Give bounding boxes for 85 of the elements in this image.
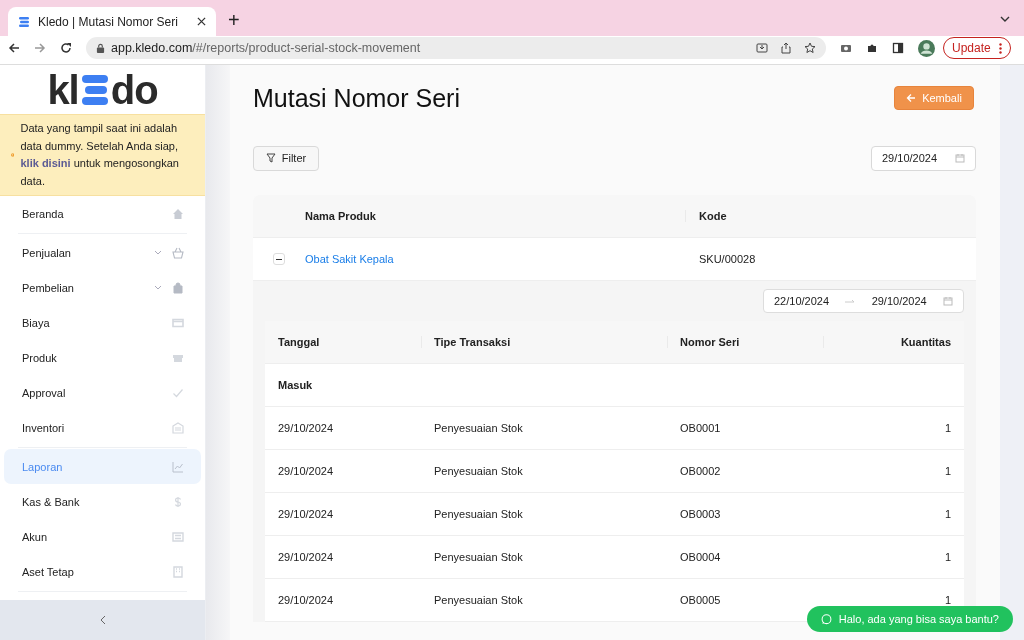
chevron-down-icon[interactable] [1000, 16, 1010, 22]
table-cell-text: 29/10/2024 [277, 422, 335, 434]
column-header: Nomor Seri [667, 336, 823, 348]
table-cell-text: Penyesuaian Stok [433, 465, 524, 477]
notice-text: Data yang tampil saat ini adalah data dummy. Setelah Anda siap, klik disini untuk mengosongkan data. [20, 121, 180, 189]
browser-tab[interactable]: Kledo | Mutasi Nomor Seri [8, 7, 216, 36]
address-bar[interactable]: app.kledo.com/#/reports/product-serial-stock-movement [86, 37, 826, 59]
table-cell-text: OB0005 [679, 594, 722, 606]
card-icon [172, 316, 184, 329]
column-header: Nama Produk [305, 210, 377, 222]
table-cell-text: OB0002 [679, 465, 722, 477]
kledo-logo[interactable]: kl do [0, 65, 205, 114]
lock-icon [96, 42, 105, 54]
section-label: Masuk [278, 379, 313, 391]
column-header: Kode [685, 210, 976, 222]
table-cell-text: SKU/00028 [698, 253, 757, 265]
share-icon[interactable] [780, 42, 792, 54]
date-range-field[interactable]: 22/10/2024 29/10/2024 [763, 289, 964, 313]
url-text: app.kledo.com/#/reports/product-serial-stock-movement [111, 41, 421, 55]
table-cell-text: Penyesuaian Stok [433, 422, 524, 434]
chevron-down-icon [154, 250, 162, 255]
check-icon [172, 386, 184, 399]
install-icon[interactable] [756, 42, 768, 54]
filter-button[interactable]: Filter [253, 145, 319, 171]
table-cell-text: Penyesuaian Stok [433, 508, 524, 520]
chart-icon [172, 460, 184, 473]
stack-icon [18, 15, 30, 28]
table-cell-text: OB0004 [679, 551, 722, 563]
avatar-icon[interactable] [918, 39, 935, 57]
sidebar-item[interactable]: Approval [4, 375, 201, 410]
table-cell-text: 1 [943, 422, 952, 434]
new-tab-button[interactable]: + [228, 8, 240, 32]
tab-title: Kledo | Mutasi Nomor Seri [38, 14, 179, 29]
more-icon [998, 42, 1002, 54]
list-icon [172, 530, 184, 543]
sidebar-item[interactable]: Biaya [4, 305, 201, 340]
update-button[interactable]: Update [943, 37, 1011, 59]
column-header: Tanggal [277, 336, 321, 348]
table-cell-text: 1 [943, 465, 952, 477]
sidebar-item[interactable]: Pembelian [4, 270, 201, 305]
chevron-down-icon [154, 285, 162, 290]
sidebar-item[interactable]: Akun [4, 519, 201, 554]
sidebar-item[interactable]: Kas & Bank [4, 484, 201, 519]
star-icon[interactable] [804, 42, 816, 54]
calendar-icon [942, 296, 953, 306]
table-cell-text: 29/10/2024 [277, 551, 335, 563]
collapse-toggle[interactable] [273, 253, 285, 265]
arrow-left-icon [906, 93, 917, 103]
reload-icon[interactable] [60, 42, 72, 54]
table-cell-text: 1 [943, 508, 952, 520]
calendar-icon [955, 153, 965, 163]
back-icon[interactable] [8, 42, 20, 54]
sidebar-item[interactable]: Beranda [4, 196, 201, 235]
column-header: Kuantitas [823, 336, 964, 348]
whatsapp-icon [820, 613, 832, 625]
sidebar-item[interactable]: Produk [4, 340, 201, 375]
camera-icon[interactable] [840, 42, 852, 54]
table-cell-text: OB0003 [679, 508, 722, 520]
table-cell-text: 29/10/2024 [277, 465, 335, 477]
filter-icon [265, 153, 276, 163]
sidebar-item[interactable]: Aset Tetap [4, 554, 201, 593]
table-cell-text: 1 [943, 594, 952, 606]
close-icon[interactable] [197, 17, 206, 26]
table-cell-text: 29/10/2024 [277, 594, 335, 606]
warning-icon [11, 150, 15, 160]
sidebar-item[interactable]: Penjualan [4, 235, 201, 270]
dollar-icon [172, 495, 184, 508]
sidebar-item[interactable]: Inventori [4, 410, 201, 449]
bag-icon [172, 281, 184, 294]
basket-icon [172, 246, 184, 259]
building-icon [172, 565, 184, 578]
table-cell-text: 29/10/2024 [277, 508, 335, 520]
table-cell-text: OB0001 [679, 422, 722, 434]
table-cell-text: Penyesuaian Stok [433, 594, 524, 606]
sidebar-icon[interactable] [892, 42, 904, 54]
clear-data-link[interactable]: klik disini [20, 157, 71, 169]
page-title: Mutasi Nomor Seri [253, 83, 460, 113]
chevron-left-icon [99, 615, 106, 625]
forward-icon[interactable] [34, 42, 46, 54]
product-link[interactable]: Obat Sakit Kepala [305, 253, 685, 265]
column-header: Tipe Transaksi [421, 336, 667, 348]
table-cell-text: Penyesuaian Stok [433, 551, 524, 563]
table-cell-text: 1 [943, 551, 952, 563]
date-field[interactable]: 29/10/2024 [871, 145, 976, 171]
home-icon [172, 207, 184, 220]
